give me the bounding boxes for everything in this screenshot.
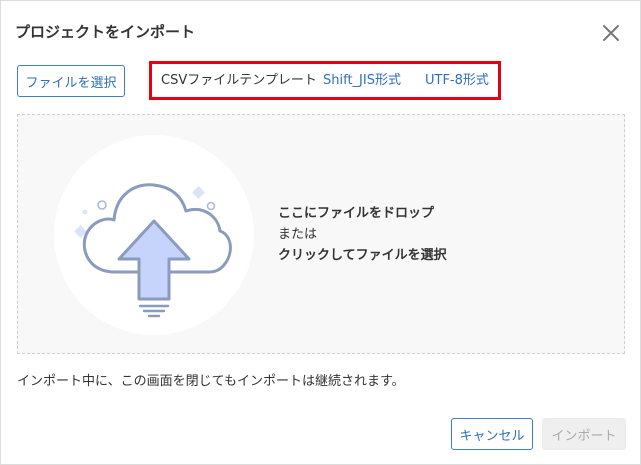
csv-template-label: CSVファイルテンプレート	[161, 73, 317, 88]
dialog-title: プロジェクトをインポート	[15, 23, 196, 41]
select-file-button[interactable]: ファイルを選択	[17, 65, 125, 97]
drop-instruction-line1: ここにファイルをドロップ	[278, 206, 435, 221]
import-project-dialog: プロジェクトをインポート ファイルを選択 CSVファイルテンプレート Shift…	[0, 0, 641, 465]
utf8-template-link[interactable]: UTF-8形式	[425, 73, 489, 89]
close-button[interactable]	[601, 23, 621, 43]
import-button[interactable]: インポート	[542, 418, 626, 450]
drop-instruction-line2: または	[278, 227, 318, 242]
csv-template-highlight: CSVファイルテンプレート Shift_JIS形式 UTF-8形式	[149, 61, 501, 100]
cloud-upload-icon	[54, 135, 254, 335]
import-notice-text: インポート中に、この画面を閉じてもインポートは継続されます。	[17, 374, 405, 389]
cancel-button[interactable]: キャンセル	[451, 418, 533, 450]
close-icon	[603, 25, 619, 41]
file-drop-zone[interactable]: ここにファイルをドロップ または クリックしてファイルを選択	[17, 114, 625, 354]
drop-instructions: ここにファイルをドロップ または クリックしてファイルを選択	[278, 203, 447, 266]
drop-instruction-line3: クリックしてファイルを選択	[278, 248, 447, 263]
shift-jis-template-link[interactable]: Shift_JIS形式	[323, 73, 401, 89]
